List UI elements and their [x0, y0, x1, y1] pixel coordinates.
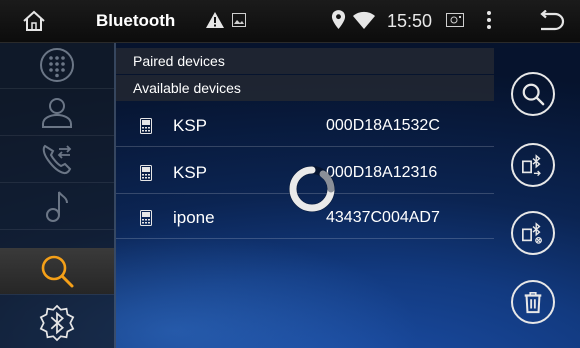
device-address: 000D18A1532C	[326, 117, 440, 134]
device-list: Paired devices Available devices KSP 000…	[116, 42, 494, 252]
dialpad-icon	[40, 48, 74, 82]
overflow-menu-icon[interactable]	[486, 9, 492, 31]
wifi-icon	[353, 11, 375, 29]
call-log-icon	[42, 144, 72, 175]
sd-card-icon	[446, 13, 464, 27]
search-devices-button[interactable]	[511, 72, 555, 116]
page-title: Bluetooth	[96, 11, 176, 30]
sidebar-item-search[interactable]	[0, 248, 114, 294]
device-name: ipone	[173, 208, 215, 227]
phone-icon	[140, 165, 152, 181]
sidebar-item-dialpad[interactable]	[0, 42, 114, 88]
contacts-icon	[42, 98, 72, 128]
search-icon	[522, 83, 545, 106]
connect-device-button[interactable]	[511, 143, 555, 187]
phone-icon	[140, 210, 152, 226]
music-note-icon	[46, 191, 68, 222]
clock: 15:50	[387, 11, 433, 31]
delete-device-button[interactable]	[511, 280, 555, 324]
device-name: KSP	[173, 116, 208, 135]
sidebar-item-call-log[interactable]	[0, 136, 114, 182]
image-notification-icon	[232, 13, 246, 27]
sidebar-item-bluetooth-settings[interactable]	[0, 300, 114, 346]
paired-devices-header[interactable]: Paired devices	[116, 48, 494, 74]
bluetooth-settings-icon	[39, 304, 75, 342]
phone-bluetooth-connect-icon	[522, 154, 541, 177]
sidebar-item-contacts[interactable]	[0, 89, 114, 135]
status-bar: Bluetooth 15:50	[0, 0, 580, 43]
warning-icon	[206, 12, 224, 28]
bluetooth-screen: Bluetooth 15:50 Paired devices Available…	[0, 0, 580, 348]
trash-icon	[524, 291, 542, 314]
search-icon	[41, 255, 74, 288]
location-icon	[331, 10, 346, 29]
back-icon[interactable]	[537, 10, 565, 32]
device-address: 000D18A12316	[326, 164, 438, 181]
home-icon[interactable]	[22, 9, 46, 33]
disconnect-device-button[interactable]	[511, 211, 555, 255]
available-devices-header[interactable]: Available devices	[116, 75, 494, 101]
loading-spinner-icon	[289, 166, 335, 212]
phone-icon	[140, 118, 152, 134]
sidebar	[0, 42, 116, 348]
device-name: KSP	[173, 163, 208, 182]
device-row[interactable]: KSP 000D18A1532C	[116, 106, 494, 147]
device-address: 43437C004AD7	[326, 209, 440, 226]
sidebar-item-music[interactable]	[0, 183, 114, 229]
phone-bluetooth-disconnect-icon	[522, 222, 542, 244]
